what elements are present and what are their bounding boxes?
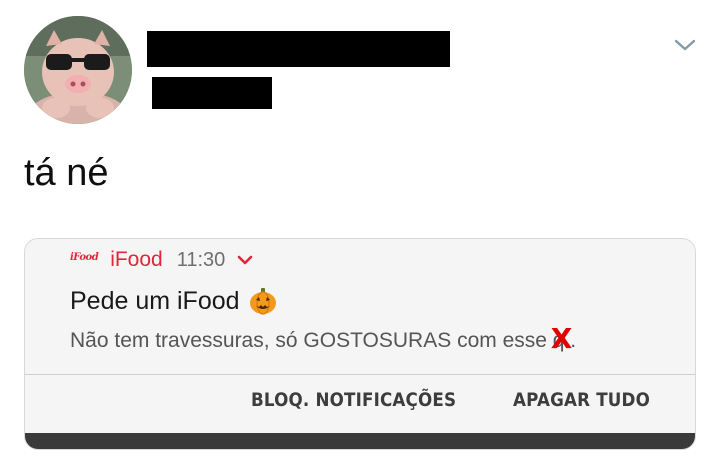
red-x-mark: X <box>550 322 573 355</box>
chevron-down-icon[interactable] <box>673 34 697 56</box>
notification-title: Pede um iFood <box>70 286 278 316</box>
pig-avatar-image <box>24 16 132 124</box>
pumpkin-icon <box>249 288 276 315</box>
notification-body-text: Não tem travessuras, só GOSTOSURAS com e… <box>70 329 553 352</box>
notification-body: Não tem travessuras, só GOSTOSURAS com e… <box>70 325 576 353</box>
ifood-logo: iFood <box>70 251 99 263</box>
notification-header: iFood iFood 11:30 <box>70 247 253 273</box>
notification-time: 11:30 <box>176 248 226 271</box>
navigation-bar-strip <box>25 433 695 449</box>
redacted-display-name <box>147 31 450 67</box>
clear-all-button[interactable]: APAGAR TUDO <box>513 389 650 411</box>
notification-title-text: Pede um iFood <box>70 286 240 315</box>
block-notifications-button[interactable]: BLOQ. NOTIFICAÇÕES <box>251 389 456 411</box>
avatar[interactable] <box>24 16 132 124</box>
tweet-text: tá né <box>24 152 109 194</box>
divider <box>25 374 695 375</box>
notification-screenshot: iFood iFood 11:30 Pede um iFood Não tem … <box>24 238 696 450</box>
truncated-word: qX <box>551 325 573 353</box>
app-name: iFood <box>110 248 163 271</box>
redacted-username <box>152 77 272 109</box>
expand-chevron-icon[interactable] <box>237 254 253 266</box>
